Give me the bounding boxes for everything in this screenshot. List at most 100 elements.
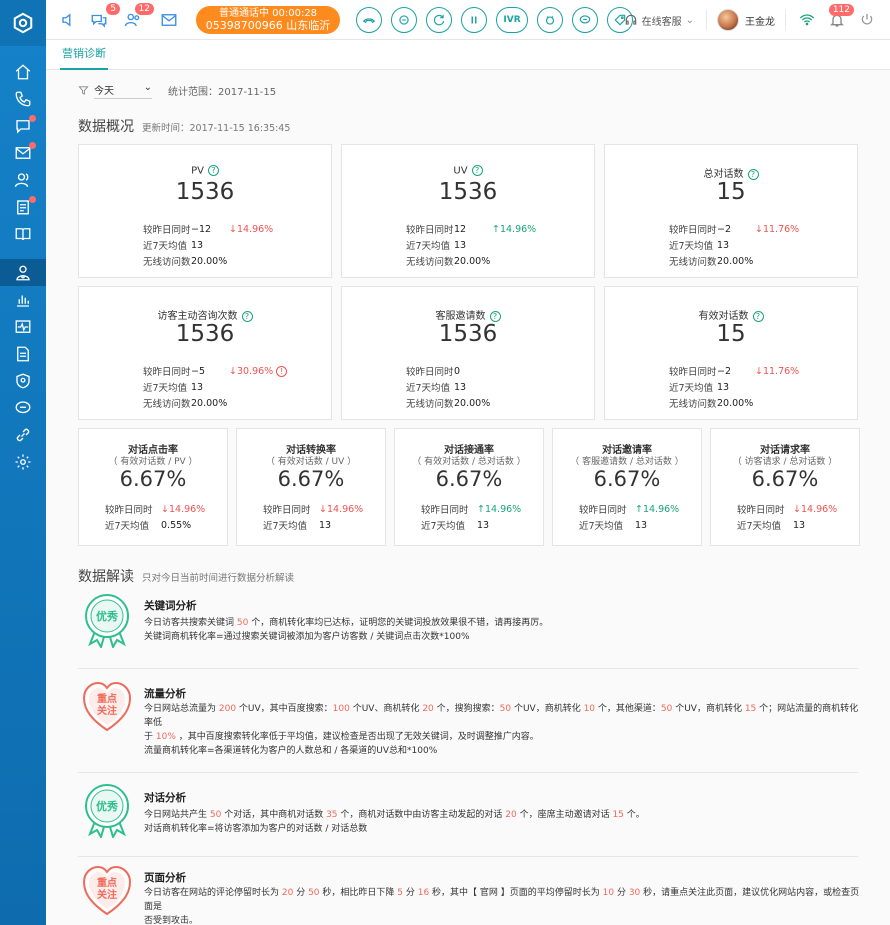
rate-stats: 较昨日同时 ↓14.96% 近7天均值 13 xyxy=(737,501,837,533)
label-avg7: 近7天均值 xyxy=(669,241,714,252)
tab-marketing-diagnosis[interactable]: 营销诊断 xyxy=(60,40,108,70)
rate-formula: （ 有效对话数 / PV ） xyxy=(108,457,198,467)
monitor-wave-icon[interactable] xyxy=(0,313,46,340)
consult-icon[interactable] xyxy=(537,6,563,33)
metric-value: 1536 xyxy=(175,179,235,205)
transfer-icon[interactable] xyxy=(391,6,417,33)
shield-icon[interactable] xyxy=(0,367,46,394)
rate-formula: （ 有效对话数 / UV ） xyxy=(265,457,357,467)
left-sidebar xyxy=(0,0,46,925)
metric-card: 客服邀请数? 1536 较昨日同时 0 近7天均值 13 无线访问数 20.00% xyxy=(341,286,595,420)
call-status-text: 普通通话中 00:00:28 xyxy=(218,7,318,19)
change-percent: ↓14.96% xyxy=(319,503,364,515)
power-icon[interactable] xyxy=(852,12,882,28)
metric-title: 访客主动咨询次数? xyxy=(79,307,331,322)
rate-card: 对话邀请率（ 客服邀请数 / 总对话数 ） 6.67% 较昨日同时 ↑14.96% 近7… xyxy=(552,428,702,546)
divider xyxy=(78,668,858,669)
call-status-pill[interactable]: 普通通话中 00:00:28 05398700966 山东临沂 xyxy=(196,5,340,34)
clipboard-icon[interactable] xyxy=(0,193,46,220)
date-range-select[interactable]: 今天 ⌄ xyxy=(94,82,152,99)
metric-value: 1536 xyxy=(438,321,498,347)
avg7-value: 13 xyxy=(191,239,204,251)
refresh-icon[interactable] xyxy=(426,6,452,33)
help-icon[interactable]: ? xyxy=(207,165,219,176)
contacts-icon[interactable] xyxy=(0,166,46,193)
app-logo-icon[interactable] xyxy=(0,0,46,46)
help-icon[interactable]: ? xyxy=(747,168,759,180)
visitors-icon[interactable]: 12 xyxy=(120,2,154,33)
topbar-right: 在线客服 ⌄ 王金龙 112 xyxy=(612,0,890,40)
wireless-value: 20.00% xyxy=(191,255,228,267)
marketing-diagnosis-icon[interactable] xyxy=(0,259,46,286)
phone-icon[interactable] xyxy=(0,85,46,112)
label-avg7: 近7天均值 xyxy=(143,241,188,252)
home-icon[interactable] xyxy=(0,58,46,85)
stat-range: 统计范围：2017-11-15 xyxy=(168,87,277,98)
avg7-value: 13 xyxy=(454,239,467,251)
update-time: 更新时间：2017-11-15 16:35:45 xyxy=(142,123,291,134)
change-percent: ↓11.76% xyxy=(755,365,800,377)
chat-bubbles-icon[interactable]: 5 xyxy=(86,2,120,33)
metric-stats: 较昨日同时 −5 ↓30.96%! 近7天均值 13 无线访问数 20.00% xyxy=(143,363,288,411)
page-text: 今日访客在网站的评论停留时长为 20 分 50 秒，相比昨日下降 5 分 16 … xyxy=(144,888,860,925)
envelope-icon[interactable] xyxy=(156,7,182,33)
help-icon[interactable]: ? xyxy=(471,165,483,176)
app-window: 5 12 普通通话中 00:00:28 05398700966 山东临沂 IVR… xyxy=(0,0,890,925)
analysis-heading: 数据解读 只对今日当前时间进行数据分析解读 xyxy=(78,566,294,586)
metric-value: 1536 xyxy=(175,321,235,347)
book-icon[interactable] xyxy=(0,220,46,247)
mail-icon[interactable] xyxy=(0,139,46,166)
wifi-icon xyxy=(792,12,822,28)
help-icon[interactable]: ? xyxy=(241,310,253,322)
svg-text:重点: 重点 xyxy=(97,876,117,889)
sms-icon[interactable] xyxy=(572,6,598,33)
rate-formula: （ 客服邀请数 / 总对话数 ） xyxy=(570,457,684,467)
ivr-button[interactable]: IVR xyxy=(496,6,528,33)
rate-card: 对话转换率（ 有效对话数 / UV ） 6.67% 较昨日同时 ↓14.96% 近7天均… xyxy=(236,428,386,546)
user-profile[interactable]: 王金龙 xyxy=(707,9,786,31)
headset-icon xyxy=(625,14,636,25)
avg7-value: 13 xyxy=(635,519,648,531)
warning-icon[interactable]: ! xyxy=(276,365,288,377)
svg-text:重点: 重点 xyxy=(97,692,117,705)
service-status-dropdown[interactable]: 在线客服 ⌄ xyxy=(612,10,707,30)
pause-icon[interactable] xyxy=(461,6,487,33)
label-avg7: 近7天均值 xyxy=(737,521,782,532)
metric-title: 有效对话数? xyxy=(605,307,857,322)
metric-title: 总对话数? xyxy=(605,165,857,180)
message-icon[interactable] xyxy=(0,394,46,421)
date-select-value: 今天 xyxy=(94,86,114,97)
rate-value: 6.67% xyxy=(119,467,187,491)
help-icon[interactable]: ? xyxy=(489,310,501,322)
rate-stats: 较昨日同时 ↓14.96% 近7天均值 13 xyxy=(263,501,363,533)
label-yesterday: 较昨日同时 xyxy=(406,225,454,236)
bell-icon[interactable]: 112 xyxy=(822,4,854,28)
call-number-text: 05398700966 山东临沂 xyxy=(205,18,331,32)
yesterday-diff: 0 xyxy=(454,365,461,377)
link-icon[interactable] xyxy=(0,421,46,448)
avg7-value: 13 xyxy=(454,381,467,393)
help-icon[interactable]: ? xyxy=(752,310,764,322)
hangup-icon[interactable] xyxy=(356,6,382,33)
visitors-badge: 12 xyxy=(134,2,154,15)
label-yesterday: 较昨日同时 xyxy=(579,505,627,516)
analysis-title-keyword: 关键词分析 xyxy=(144,600,197,612)
wireless-value: 20.00% xyxy=(717,397,754,409)
volume-icon[interactable] xyxy=(56,7,82,33)
document-icon[interactable] xyxy=(0,340,46,367)
divider xyxy=(78,772,858,773)
chat-icon[interactable] xyxy=(0,112,46,139)
rate-value: 6.67% xyxy=(435,467,503,491)
bar-chart-icon[interactable] xyxy=(0,286,46,313)
analysis-title-dialog: 对话分析 xyxy=(144,792,186,804)
avg7-value: 13 xyxy=(477,519,490,531)
settings-gear-icon[interactable] xyxy=(0,448,46,475)
svg-text:优秀: 优秀 xyxy=(96,799,118,813)
label-wireless: 无线访问数 xyxy=(669,399,717,410)
change-percent: ↓30.96% xyxy=(229,365,274,377)
analysis-title-page: 页面分析 xyxy=(144,872,186,884)
change-percent: ↑14.96% xyxy=(635,503,680,515)
metric-card: 总对话数? 15 较昨日同时 −2 ↓11.76% 近7天均值 13 无线访问数 20.00% xyxy=(604,144,858,278)
label-yesterday: 较昨日同时 xyxy=(421,505,469,516)
yesterday-diff: −12 xyxy=(191,223,212,235)
